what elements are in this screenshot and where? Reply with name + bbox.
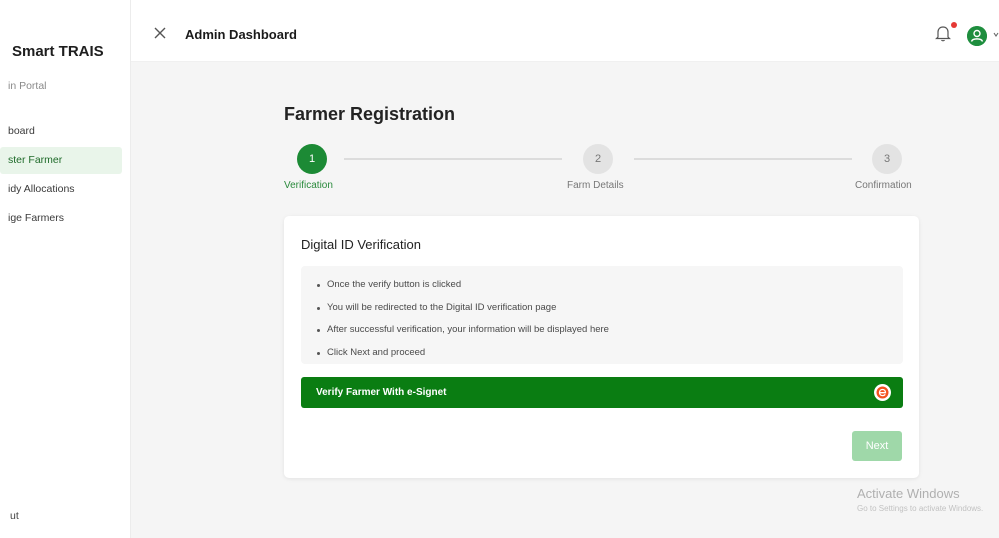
notification-dot <box>951 22 957 28</box>
step-connector-2 <box>634 158 852 160</box>
chevron-down-icon[interactable] <box>993 31 999 39</box>
step-1-label: Verification <box>284 180 333 191</box>
list-item: You will be redirected to the Digital ID… <box>315 301 609 324</box>
sidebar-item-subsidy-allocations[interactable]: idy Allocations <box>0 176 122 203</box>
user-icon[interactable] <box>967 26 987 46</box>
sidebar-item-register-farmer[interactable]: ster Farmer <box>0 147 122 174</box>
verify-esignet-button[interactable]: Verify Farmer With e-Signet <box>301 377 903 408</box>
close-icon[interactable] <box>153 26 167 40</box>
brand-title: Smart TRAIS <box>12 43 104 60</box>
list-item: Once the verify button is clicked <box>315 278 609 301</box>
sidebar-nav: board ster Farmer idy Allocations ige Fa… <box>0 118 131 234</box>
page-title: Farmer Registration <box>284 104 456 124</box>
activate-windows-title: Activate Windows <box>857 486 960 501</box>
step-2-circle: 2 <box>583 144 613 174</box>
sidebar-item-dashboard[interactable]: board <box>0 118 122 145</box>
card-title: Digital ID Verification <box>301 237 421 252</box>
activate-windows-subtitle: Go to Settings to activate Windows. <box>857 504 984 513</box>
step-3-label: Confirmation <box>855 180 912 191</box>
instructions-list: Once the verify button is clicked You wi… <box>315 278 609 368</box>
topbar: Admin Dashboard <box>131 0 999 62</box>
next-button[interactable]: Next <box>852 431 902 461</box>
verification-card: Digital ID Verification Once the verify … <box>284 216 919 478</box>
portal-subtitle: in Portal <box>8 80 47 92</box>
esignet-logo-icon <box>874 384 891 401</box>
instructions-box: Once the verify button is clicked You wi… <box>301 266 903 364</box>
sidebar-item-logout[interactable]: ut <box>10 510 19 522</box>
verify-button-label: Verify Farmer With e-Signet <box>316 387 447 398</box>
step-connector-1 <box>344 158 562 160</box>
list-item: Click Next and proceed <box>315 346 609 369</box>
list-item: After successful verification, your info… <box>315 323 609 346</box>
bell-icon[interactable] <box>935 24 951 42</box>
step-1-circle: 1 <box>297 144 327 174</box>
main-content: Farmer Registration 1 2 3 Verification F… <box>131 62 999 538</box>
step-3-circle: 3 <box>872 144 902 174</box>
step-2-label: Farm Details <box>567 180 624 191</box>
page-header-title: Admin Dashboard <box>185 27 297 42</box>
sidebar: Smart TRAIS in Portal board ster Farmer … <box>0 0 131 538</box>
sidebar-item-manage-farmers[interactable]: ige Farmers <box>0 205 122 232</box>
